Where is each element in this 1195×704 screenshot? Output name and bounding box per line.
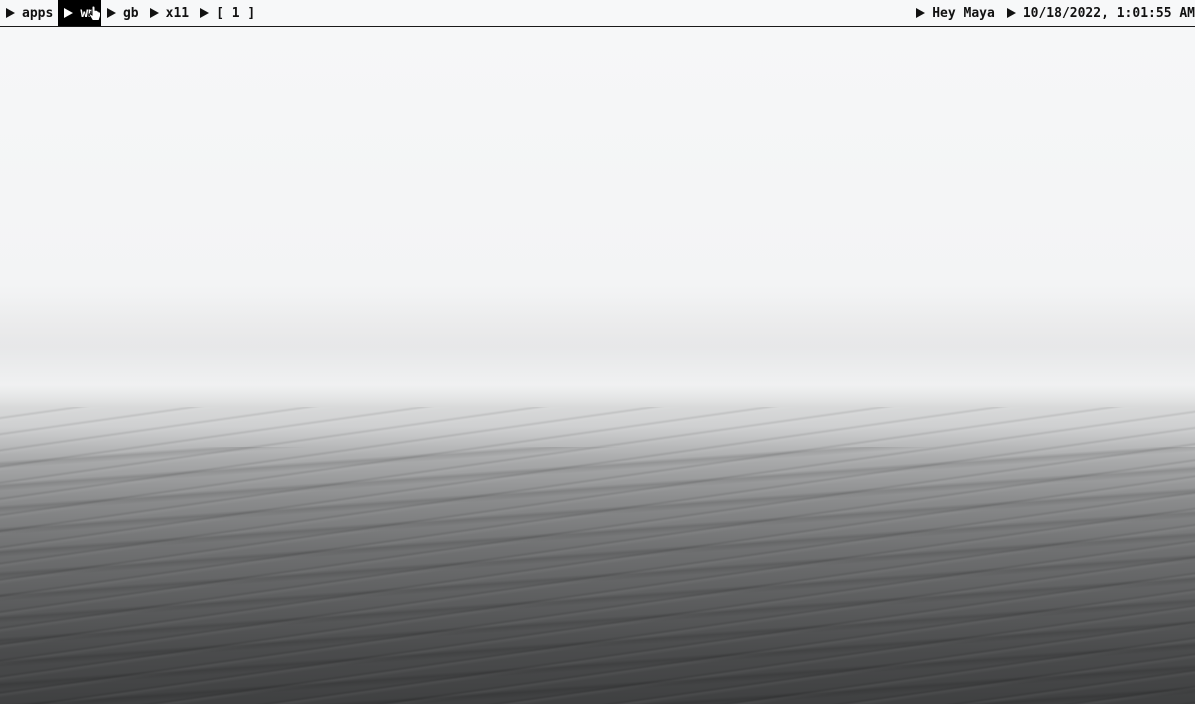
play-triangle-icon: [6, 8, 15, 18]
workspace-indicator[interactable]: [ 1 ]: [194, 0, 260, 26]
workspace-menu: apps wm gb x11 [ 1 ]: [0, 0, 260, 26]
greeting-text: Hey Maya: [932, 5, 995, 21]
workspace-number: [ 1 ]: [216, 5, 256, 21]
play-triangle-icon: [149, 8, 159, 18]
play-triangle-icon: [64, 8, 74, 18]
menu-item-label: x11: [165, 5, 190, 21]
fog-layer: [0, 297, 1195, 407]
menu-item-label: gb: [122, 5, 139, 21]
sea-waves-lower: [0, 447, 1195, 704]
clock-text: 10/18/2022, 1:01:55 AM: [1022, 5, 1195, 21]
hand-pointer-cursor-icon: [88, 6, 101, 21]
status-area: Hey Maya 10/18/2022, 1:01:55 AM: [910, 0, 1195, 26]
play-triangle-icon: [200, 8, 210, 18]
play-triangle-icon: [106, 8, 116, 18]
play-triangle-icon: [916, 8, 926, 18]
play-triangle-icon: [1006, 8, 1016, 18]
menu-item-label: apps: [22, 5, 54, 21]
desktop-wallpaper: [0, 27, 1195, 704]
greeting-item: Hey Maya: [910, 0, 1001, 26]
menu-item-apps[interactable]: apps: [0, 0, 58, 26]
menu-item-gb[interactable]: gb: [101, 0, 144, 26]
menu-item-x11[interactable]: x11: [144, 0, 194, 26]
clock-item: 10/18/2022, 1:01:55 AM: [1001, 0, 1195, 26]
top-status-bar: apps wm gb x11 [ 1 ] Hey Maya 10/18/2022…: [0, 0, 1195, 27]
